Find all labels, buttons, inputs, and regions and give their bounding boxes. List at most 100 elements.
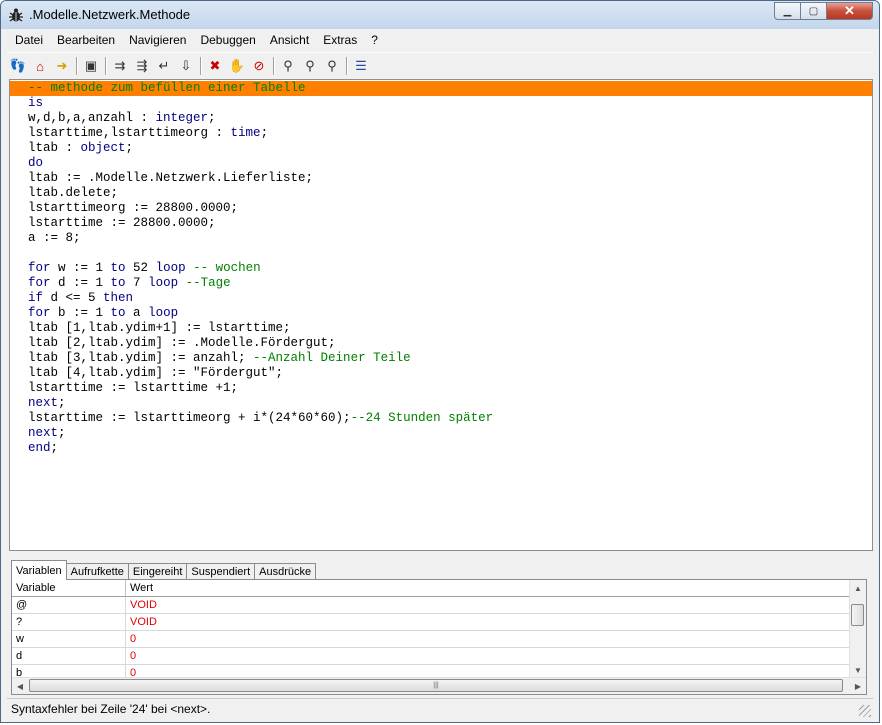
code-line[interactable]: a := 8; [10,231,872,246]
step-over-button[interactable]: ⇶ [131,55,153,77]
footprints-button[interactable]: 👣 [7,55,29,77]
table-header: Variable Wert [12,580,850,597]
code-line[interactable]: do [10,156,872,171]
line-numbers-button[interactable]: ☰ [350,55,372,77]
horizontal-scroll-thumb[interactable]: ||| [29,679,843,692]
code-line[interactable]: -- methode zum befüllen einer Tabelle [10,81,872,96]
window-button[interactable]: ▣ [80,55,102,77]
scroll-up-icon[interactable]: ▲ [850,580,866,596]
table-row[interactable]: w0 [12,631,850,648]
find-prev-icon: ⚲ [327,58,337,73]
find-next-icon: ⚲ [305,58,315,73]
code-line[interactable]: next; [10,396,872,411]
menu-extras[interactable]: Extras [316,33,364,47]
variable-value: VOID [126,597,850,613]
horizontal-scrollbar[interactable]: ◀ ||| ▶ [12,677,866,694]
menu-debuggen[interactable]: Debuggen [193,33,262,47]
code-line[interactable]: lstarttimeorg := 28800.0000; [10,201,872,216]
code-line[interactable]: ltab : object; [10,141,872,156]
header-wert[interactable]: Wert [126,580,850,596]
variable-value: 0 [126,631,850,647]
run-to-cursor-button[interactable]: ⇩ [175,55,197,77]
menu-help[interactable]: ? [364,33,385,47]
code-line[interactable]: ltab [4,ltab.ydim] := "Fördergut"; [10,366,872,381]
variable-name: @ [12,597,126,613]
tab-aufrufkette[interactable]: Aufrufkette [65,563,129,580]
vertical-scroll-thumb[interactable] [851,604,864,626]
footprints-icon: 👣 [9,58,27,73]
find-prev-button[interactable]: ⚲ [321,55,343,77]
code-line[interactable]: ltab.delete; [10,186,872,201]
code-line[interactable]: ltab [3,ltab.ydim] := anzahl; --Anzahl D… [10,351,872,366]
home-button[interactable]: ⌂ [29,55,51,77]
step-into-button[interactable]: ⇉ [109,55,131,77]
vertical-scrollbar[interactable]: ▲ ▼ [849,580,866,678]
continue-button[interactable]: ➜ [51,55,73,77]
code-line[interactable]: for w := 1 to 52 loop -- wochen [10,261,872,276]
menu-navigieren[interactable]: Navigieren [122,33,193,47]
step-out-icon: ↵ [158,58,170,73]
toolbar-separator [346,57,347,75]
code-line[interactable]: is [10,96,872,111]
scroll-down-icon[interactable]: ▼ [850,662,866,678]
variable-name: w [12,631,126,647]
code-line[interactable]: w,d,b,a,anzahl : integer; [10,111,872,126]
tab-suspendiert[interactable]: Suspendiert [186,563,256,580]
maximize-button[interactable]: ▢ [801,2,827,20]
step-out-button[interactable]: ↵ [153,55,175,77]
minimize-button[interactable]: ▁ [774,2,801,20]
resize-grip-icon[interactable] [859,705,871,717]
tab-eingereiht[interactable]: Eingereiht [127,563,188,580]
run-to-cursor-icon: ⇩ [180,58,192,73]
menu-bearbeiten[interactable]: Bearbeiten [50,33,122,47]
hand-button[interactable]: ✋ [226,55,248,77]
scroll-left-icon[interactable]: ◀ [12,678,28,694]
table-row[interactable]: @ VOID [12,597,850,614]
scroll-right-icon[interactable]: ▶ [850,678,866,694]
status-bar: Syntaxfehler bei Zeile '24' bei <next>. [7,698,873,719]
tab-variablen[interactable]: Variablen [11,560,67,580]
splitter[interactable] [9,552,873,558]
header-variable[interactable]: Variable [12,580,126,596]
code-line[interactable]: lstarttime := lstarttimeorg + i*(24*60*6… [10,411,872,426]
menu-datei[interactable]: Datei [7,33,50,47]
menu-bar: Datei Bearbeiten Navigieren Debuggen Ans… [7,30,873,50]
code-line[interactable]: end; [10,441,872,456]
debugger-window: .Modelle.Netzwerk.Methode ▁ ▢ ✕ Datei Be… [0,0,880,723]
code-line[interactable]: lstarttime := 28800.0000; [10,216,872,231]
step-into-icon: ⇉ [114,58,126,73]
table-row[interactable]: ? VOID [12,614,850,631]
tab-ausdruecke[interactable]: Ausdrücke [254,563,317,580]
line-numbers-icon: ☰ [355,58,367,73]
variables-table: Variable Wert @ VOID? VOID w 0 d 0 b 0 ▲ ▼ ◀ |||… [11,579,867,695]
code-line[interactable]: ltab [1,ltab.ydim+1] := lstarttime; [10,321,872,336]
find-next-button[interactable]: ⚲ [299,55,321,77]
code-line[interactable]: for d := 1 to 7 loop --Tage [10,276,872,291]
code-line[interactable]: for b := 1 to a loop [10,306,872,321]
code-line[interactable]: if d <= 5 then [10,291,872,306]
window-icon: ▣ [84,58,98,73]
breakpoint-icon: ✖ [209,58,221,73]
find-button[interactable]: ⚲ [277,55,299,77]
stop-hand-icon: ⊘ [253,58,265,73]
close-button[interactable]: ✕ [827,2,873,20]
code-line[interactable] [10,246,872,261]
stop-hand-button[interactable]: ⊘ [248,55,270,77]
minimize-icon: ▁ [783,5,792,17]
code-line[interactable]: lstarttime,lstarttimeorg : time; [10,126,872,141]
variable-value: VOID [126,614,850,630]
code-line[interactable]: lstarttime := lstarttime +1; [10,381,872,396]
window-title: .Modelle.Netzwerk.Methode [29,7,191,22]
title-bar[interactable]: .Modelle.Netzwerk.Methode ▁ ▢ ✕ [1,1,879,29]
code-line[interactable]: next; [10,426,872,441]
breakpoint-button[interactable]: ✖ [204,55,226,77]
variable-value: 0 [126,648,850,664]
step-over-icon: ⇶ [136,58,148,73]
code-editor[interactable]: -- methode zum befüllen einer Tabelle is w… [9,79,873,551]
code-line[interactable]: ltab := .Modelle.Netzwerk.Lieferliste; [10,171,872,186]
code-line[interactable]: ltab [2,ltab.ydim] := .Modelle.Fördergut… [10,336,872,351]
menu-ansicht[interactable]: Ansicht [263,33,316,47]
variable-name: d [12,648,126,664]
table-row[interactable]: d0 [12,648,850,665]
toolbar-separator [76,57,77,75]
